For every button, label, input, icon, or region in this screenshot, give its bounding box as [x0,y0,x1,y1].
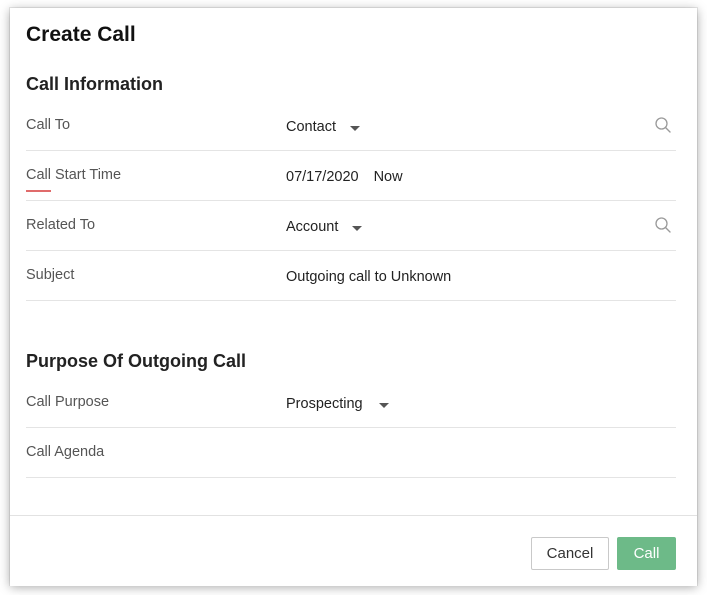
caret-down-icon [352,225,363,231]
caret-down-icon [378,402,389,408]
field-row-call-start-time: Call Start Time 07/17/2020 Now [26,150,676,201]
dialog-title: Create Call [26,23,136,46]
related-to-select[interactable]: Account [286,219,363,235]
cancel-button[interactable]: Cancel [531,537,609,570]
subject-input[interactable]: Outgoing call to Unknown [286,269,451,285]
call-purpose-value: Prospecting [286,396,363,412]
section-title-purpose: Purpose Of Outgoing Call [26,351,246,371]
call-start-time-input[interactable]: Now [374,169,403,185]
related-to-value: Account [286,219,339,235]
call-start-date-input[interactable]: 07/17/2020 [286,169,359,185]
call-button[interactable]: Call [617,537,676,570]
subject-value: Outgoing call to Unknown [286,269,452,285]
create-call-dialog: Create Call Call Information Call To Con… [10,8,697,586]
call-to-value: Contact [286,119,336,135]
call-start-time-label: Call Start Time [26,167,122,183]
field-row-subject: Subject Outgoing call to Unknown [26,250,676,301]
section-title-call-information: Call Information [26,74,164,94]
call-agenda-input[interactable] [286,446,666,464]
caret-down-icon [349,125,360,131]
call-purpose-select[interactable]: Prospecting [286,396,389,412]
dialog-footer: Cancel Call [10,515,697,586]
field-row-related-to: Related To Account [26,200,676,251]
search-icon[interactable] [654,216,672,234]
focus-underline [26,190,51,192]
search-icon[interactable] [654,116,672,134]
field-row-call-purpose: Call Purpose Prospecting [26,377,676,428]
subject-label: Subject [26,267,75,283]
field-row-call-agenda: Call Agenda [26,427,676,478]
call-agenda-label: Call Agenda [26,444,105,460]
call-purpose-label: Call Purpose [26,394,110,410]
call-to-select[interactable]: Contact [286,119,360,135]
call-start-time-value: 07/17/2020 Now [286,169,403,185]
related-to-label: Related To [26,217,96,233]
call-to-label: Call To [26,117,71,133]
field-row-call-to: Call To Contact [26,100,676,151]
